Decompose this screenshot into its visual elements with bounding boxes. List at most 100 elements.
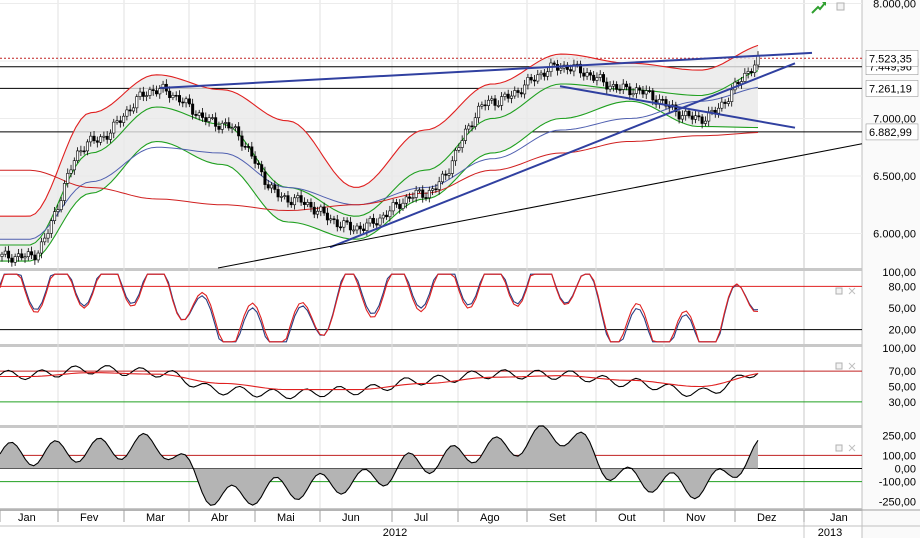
cci-tick-label: -100,00 bbox=[879, 477, 916, 489]
candle-body bbox=[26, 251, 30, 257]
candle-body bbox=[378, 217, 382, 226]
candle-body bbox=[289, 201, 293, 206]
candle-body bbox=[217, 126, 221, 130]
candle-body bbox=[444, 173, 448, 176]
candle-body bbox=[348, 221, 352, 231]
candle-body bbox=[680, 115, 684, 120]
stoch-tick-label: 20,00 bbox=[888, 325, 916, 337]
candle-body bbox=[266, 184, 270, 189]
candle-body bbox=[717, 107, 721, 114]
candle-body bbox=[279, 196, 283, 198]
price-tick-label: 7.000,00 bbox=[873, 113, 916, 125]
candle-body bbox=[283, 195, 287, 197]
candle-body bbox=[46, 233, 50, 239]
candle-body bbox=[730, 89, 734, 102]
candle-body bbox=[641, 89, 645, 95]
cci-tick-label: 100,00 bbox=[882, 450, 916, 462]
candle-body bbox=[598, 74, 602, 78]
candle-body bbox=[237, 126, 241, 137]
candle-body bbox=[329, 218, 333, 221]
panel-restore-icon[interactable] bbox=[835, 287, 843, 295]
candle-body bbox=[421, 189, 425, 198]
candle-body bbox=[753, 64, 757, 73]
candle-body bbox=[240, 135, 244, 147]
candle-body bbox=[89, 135, 93, 143]
month-label: Dez bbox=[757, 512, 777, 524]
candle-body bbox=[316, 210, 320, 215]
candle-body bbox=[532, 79, 536, 82]
candle-body bbox=[661, 99, 665, 101]
candle-body bbox=[710, 109, 714, 113]
candle-body bbox=[427, 190, 431, 199]
candle-body bbox=[214, 117, 218, 127]
candle-body bbox=[362, 228, 366, 231]
candle-body bbox=[677, 111, 681, 120]
month-label: Jan bbox=[830, 512, 848, 524]
candle-body bbox=[342, 220, 346, 228]
candle-body bbox=[115, 120, 119, 123]
month-label: Jul bbox=[414, 512, 428, 524]
candle-body bbox=[36, 252, 40, 261]
candle-body bbox=[529, 77, 533, 81]
candle-body bbox=[473, 117, 477, 127]
candle-body bbox=[270, 184, 274, 189]
candle-body bbox=[700, 116, 704, 124]
candle-body bbox=[516, 90, 520, 93]
candle-body bbox=[296, 195, 300, 199]
candle-body bbox=[345, 220, 349, 223]
candle-body bbox=[434, 188, 438, 191]
price-tick-label: 8.000,00 bbox=[873, 0, 916, 10]
candle-body bbox=[398, 203, 402, 209]
candle-body bbox=[181, 101, 185, 104]
candle-body bbox=[375, 223, 379, 226]
candle-body bbox=[7, 250, 11, 259]
month-label: Abr bbox=[211, 512, 228, 524]
candle-body bbox=[431, 188, 435, 191]
candle-body bbox=[523, 84, 527, 95]
candle-body bbox=[256, 163, 260, 165]
candle-body bbox=[168, 90, 172, 98]
candle-body bbox=[490, 98, 494, 101]
candle-body bbox=[720, 101, 724, 109]
candle-body bbox=[588, 72, 592, 76]
candle-body bbox=[483, 104, 487, 107]
price-tick-label: 6.000,00 bbox=[873, 228, 916, 240]
candle-body bbox=[611, 84, 615, 87]
candle-body bbox=[648, 90, 652, 92]
candle-body bbox=[477, 105, 481, 119]
candle-body bbox=[95, 140, 99, 143]
candle-body bbox=[723, 101, 727, 104]
rsi-tick-label: 100,00 bbox=[882, 343, 916, 355]
candle-body bbox=[148, 89, 152, 96]
candle-body bbox=[394, 202, 398, 205]
panel-restore-icon[interactable] bbox=[835, 362, 843, 370]
candle-body bbox=[569, 69, 573, 72]
candle-body bbox=[644, 90, 648, 95]
candle-body bbox=[250, 146, 254, 157]
candle-body bbox=[440, 173, 444, 183]
panel-restore-icon[interactable] bbox=[835, 444, 843, 452]
candle-body bbox=[385, 214, 389, 218]
candle-body bbox=[697, 115, 701, 118]
candle-body bbox=[687, 110, 691, 117]
candle-body bbox=[463, 128, 467, 141]
candle-body bbox=[371, 217, 375, 224]
candle-body bbox=[184, 98, 188, 104]
candle-body bbox=[726, 101, 730, 104]
candle-body bbox=[615, 84, 619, 90]
candle-body bbox=[177, 95, 181, 103]
candle-body bbox=[138, 91, 142, 97]
candle-body bbox=[85, 141, 89, 152]
candle-body bbox=[102, 135, 106, 138]
candle-body bbox=[224, 122, 228, 124]
candle-body bbox=[424, 197, 428, 199]
candle-body bbox=[365, 222, 369, 231]
candle-body bbox=[585, 72, 589, 77]
candle-body bbox=[552, 62, 556, 65]
window-restore-icon[interactable] bbox=[836, 2, 845, 11]
candle-body bbox=[53, 211, 57, 222]
candle-body bbox=[23, 256, 27, 259]
month-label: Out bbox=[618, 512, 636, 524]
candle-body bbox=[105, 135, 109, 140]
candle-body bbox=[602, 74, 606, 83]
